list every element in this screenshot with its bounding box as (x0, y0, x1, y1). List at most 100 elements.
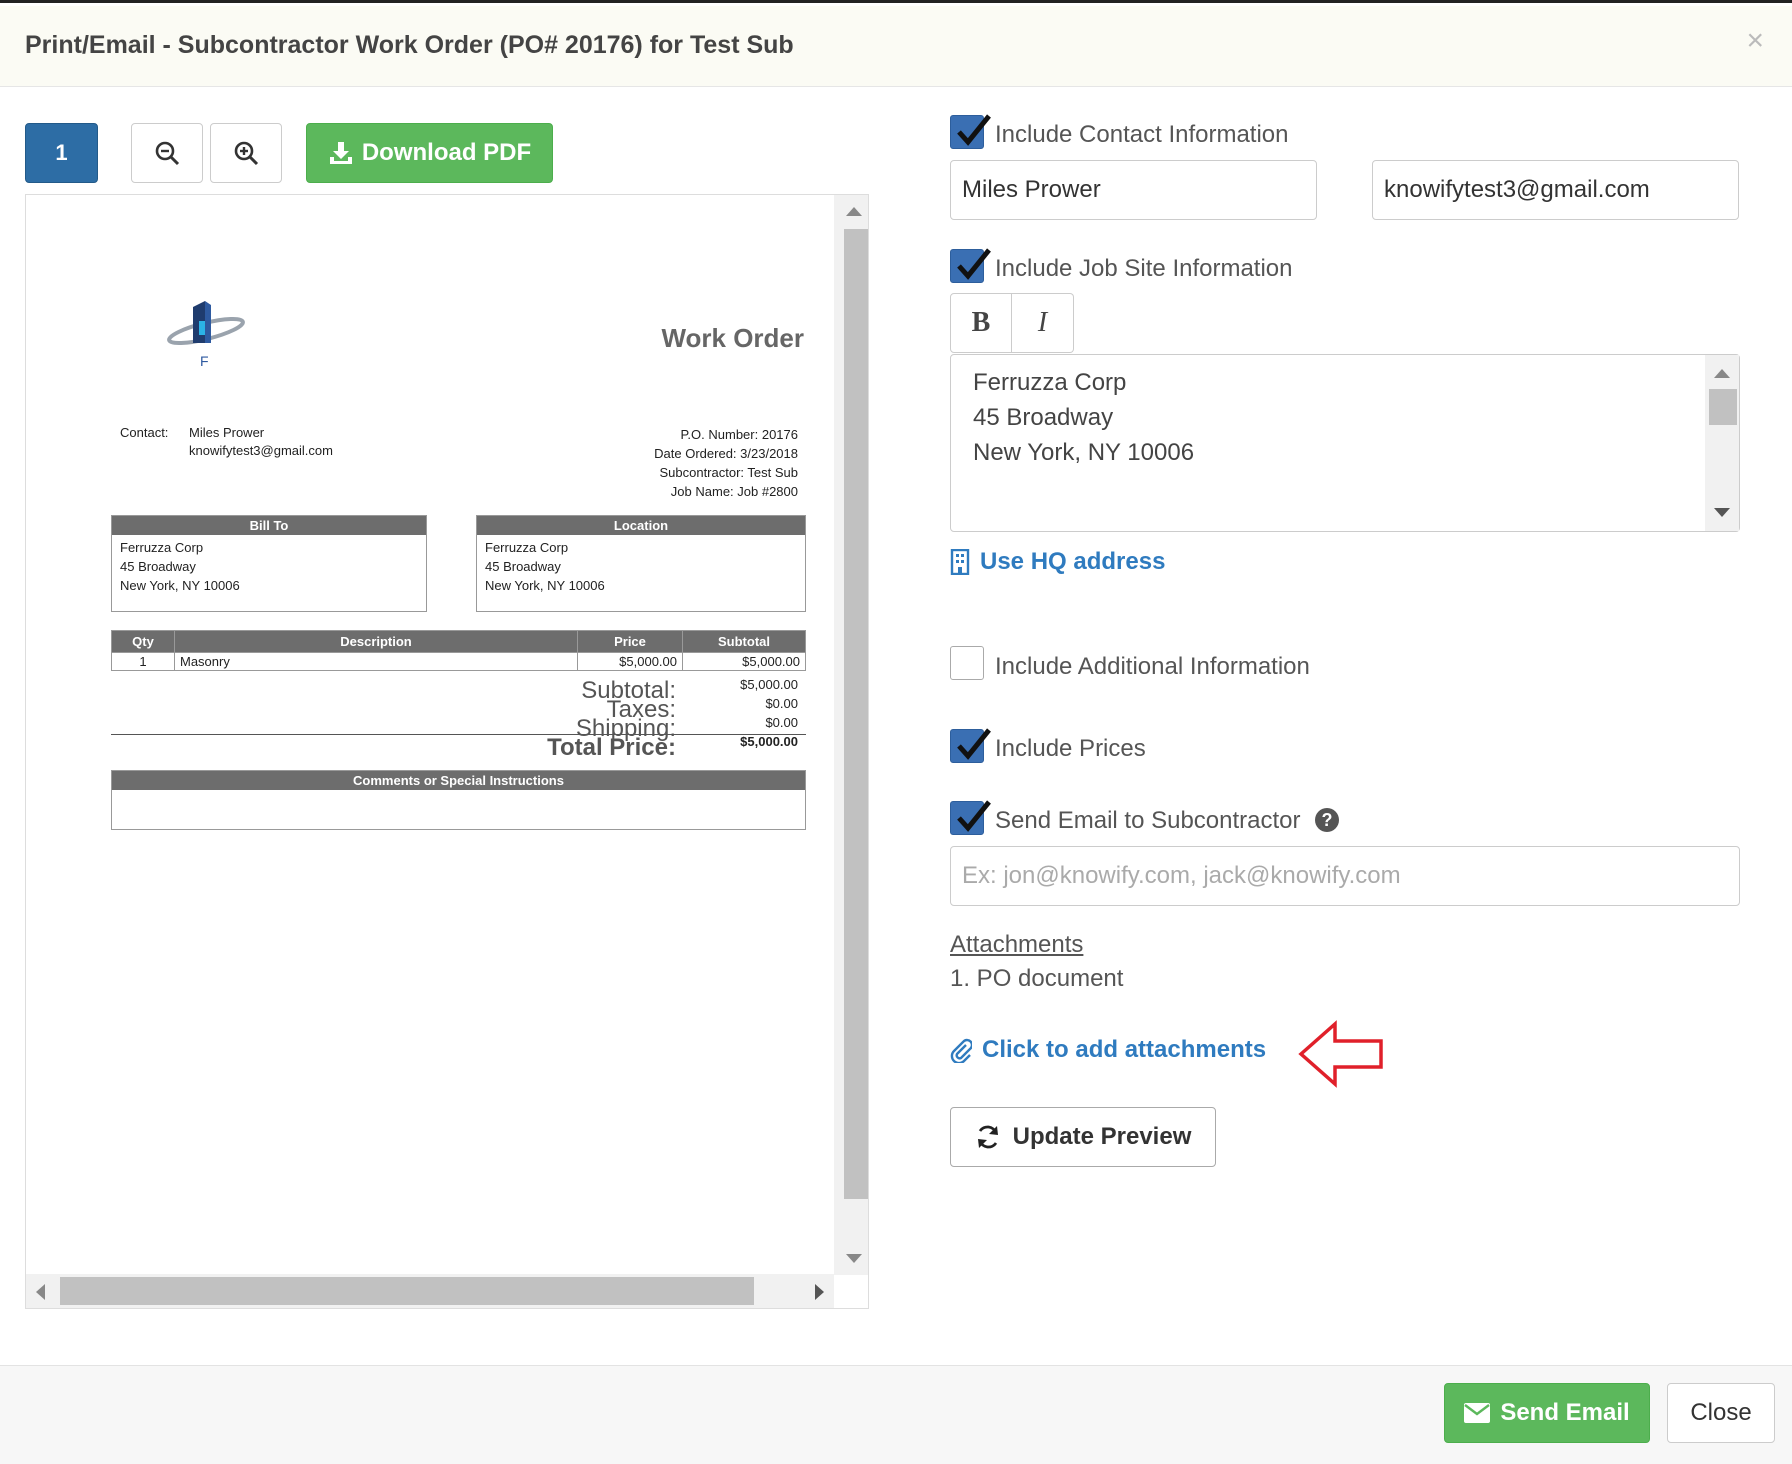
items-header-subtotal: Subtotal (682, 630, 806, 653)
annotation-arrow-icon (1298, 1020, 1383, 1088)
doc-subcontractor: Subcontractor: Test Sub (659, 465, 798, 480)
update-preview-button[interactable]: Update Preview (950, 1107, 1216, 1167)
bill-to-line: New York, NY 10006 (120, 578, 240, 593)
items-header-qty: Qty (111, 630, 175, 653)
include-job-site-checkbox[interactable] (950, 248, 991, 283)
doc-date-ordered: Date Ordered: 3/23/2018 (654, 446, 798, 461)
totals-value: $0.00 (765, 696, 798, 711)
company-logo: F (161, 285, 251, 375)
bill-to-header: Bill To (112, 516, 426, 535)
location-line: New York, NY 10006 (485, 578, 605, 593)
work-order-document: F Work Order Contact: Miles Prower knowi… (26, 195, 834, 1275)
item-description: Masonry (174, 652, 578, 671)
totals-value: $5,000.00 (740, 677, 798, 692)
editor-scrollbar[interactable] (1705, 355, 1739, 531)
contact-name-input[interactable] (950, 160, 1317, 220)
job-site-address-editor[interactable]: Ferruzza Corp 45 Broadway New York, NY 1… (950, 354, 1740, 532)
modal-header: Print/Email - Subcontractor Work Order (… (0, 6, 1792, 87)
refresh-icon (977, 1125, 998, 1149)
doc-totals: Subtotal: $5,000.00 Taxes: $0.00 Shipping:… (111, 677, 806, 761)
scroll-up-icon[interactable] (846, 207, 862, 216)
bill-to-line: Ferruzza Corp (120, 540, 204, 555)
items-header-price: Price (577, 630, 683, 653)
doc-comments-box: Comments or Special Instructions (111, 770, 806, 830)
page-1-button[interactable]: 1 (25, 123, 98, 183)
zoom-out-button[interactable] (131, 123, 203, 183)
address-line: New York, NY 10006 (973, 439, 1195, 466)
send-email-button[interactable]: Send Email (1444, 1383, 1650, 1443)
pdf-preview-pane[interactable]: F Work Order Contact: Miles Prower knowi… (25, 194, 869, 1309)
doc-location-box: Location Ferruzza Corp 45 Broadway New Y… (476, 515, 806, 612)
add-attachments-label: Click to add attachments (982, 1036, 1267, 1063)
additional-emails-input[interactable] (950, 846, 1740, 906)
send-email-label: Send Email to Subcontractor (995, 807, 1301, 834)
download-pdf-button[interactable]: Download PDF (306, 123, 553, 183)
close-button[interactable]: Close (1667, 1383, 1775, 1443)
rich-text-toolbar: B I (950, 293, 1074, 353)
scroll-down-icon[interactable] (846, 1254, 862, 1263)
include-contact-label: Include Contact Information (995, 121, 1289, 148)
preview-horizontal-scrollbar[interactable] (26, 1274, 834, 1308)
preview-vertical-scrollbar[interactable] (834, 195, 868, 1275)
doc-order-meta: P.O. Number: 20176 Date Ordered: 3/23/20… (654, 425, 798, 501)
zoom-out-icon (155, 141, 180, 166)
include-job-site-label: Include Job Site Information (995, 255, 1293, 282)
scroll-down-icon[interactable] (1714, 508, 1730, 517)
close-icon[interactable]: × (1746, 26, 1764, 56)
paperclip-icon (950, 1038, 972, 1063)
contact-email-input[interactable] (1372, 160, 1739, 220)
zoom-in-icon (234, 141, 259, 166)
scroll-left-icon[interactable] (36, 1284, 45, 1300)
attachments-heading: Attachments (950, 931, 1084, 958)
bold-button[interactable]: B (950, 293, 1012, 353)
logo-letter: F (200, 353, 209, 369)
totals-value: $0.00 (765, 715, 798, 730)
total-price-value: $5,000.00 (740, 734, 798, 749)
doc-contact-name: Miles Prower (189, 425, 265, 440)
download-pdf-label: Download PDF (361, 139, 532, 166)
checkmark-icon (957, 800, 991, 832)
item-subtotal: $5,000.00 (682, 652, 806, 671)
checkmark-icon (957, 114, 991, 146)
list-item: 1. PO document (950, 965, 1124, 992)
doc-bill-to-box: Bill To Ferruzza Corp 45 Broadway New Yo… (111, 515, 427, 612)
include-contact-checkbox[interactable] (950, 114, 991, 149)
add-attachments-link[interactable]: Click to add attachments (950, 1036, 1266, 1064)
send-email-checkbox[interactable] (950, 800, 991, 835)
scroll-thumb[interactable] (60, 1277, 754, 1305)
scroll-thumb[interactable] (1709, 389, 1737, 425)
zoom-in-button[interactable] (210, 123, 282, 183)
items-header-description: Description (174, 630, 578, 653)
doc-contact-label: Contact: (120, 425, 169, 440)
item-price: $5,000.00 (577, 652, 683, 671)
item-qty: 1 (111, 652, 175, 671)
location-line: Ferruzza Corp (485, 540, 569, 555)
address-line: 45 Broadway (973, 404, 1114, 431)
download-icon (329, 142, 352, 164)
include-additional-label: Include Additional Information (995, 653, 1310, 680)
checkmark-icon (957, 248, 991, 280)
scroll-up-icon[interactable] (1714, 369, 1730, 378)
scroll-right-icon[interactable] (815, 1284, 824, 1300)
send-email-button-label: Send Email (1500, 1399, 1630, 1426)
help-icon[interactable]: ? (1315, 808, 1339, 832)
table-row: 1 Masonry $5,000.00 $5,000.00 (111, 652, 806, 671)
doc-po-number: P.O. Number: 20176 (680, 427, 798, 442)
checkmark-icon (957, 728, 991, 760)
use-hq-address-link[interactable]: Use HQ address (950, 548, 1165, 576)
print-email-modal: Print/Email - Subcontractor Work Order (… (0, 0, 1792, 1464)
doc-job-name: Job Name: Job #2800 (670, 484, 798, 499)
envelope-icon (1464, 1403, 1491, 1423)
use-hq-address-label: Use HQ address (980, 548, 1166, 575)
include-prices-label: Include Prices (995, 735, 1146, 762)
comments-header: Comments or Special Instructions (112, 771, 805, 790)
address-line: Ferruzza Corp (973, 369, 1127, 396)
document-title: Work Order (661, 323, 804, 353)
include-additional-checkbox[interactable] (950, 646, 984, 680)
update-preview-label: Update Preview (1012, 1123, 1192, 1150)
scroll-thumb[interactable] (844, 229, 868, 1199)
building-icon (950, 549, 970, 575)
modal-title: Print/Email - Subcontractor Work Order (… (25, 31, 794, 59)
italic-button[interactable]: I (1012, 293, 1074, 353)
include-prices-checkbox[interactable] (950, 728, 991, 763)
